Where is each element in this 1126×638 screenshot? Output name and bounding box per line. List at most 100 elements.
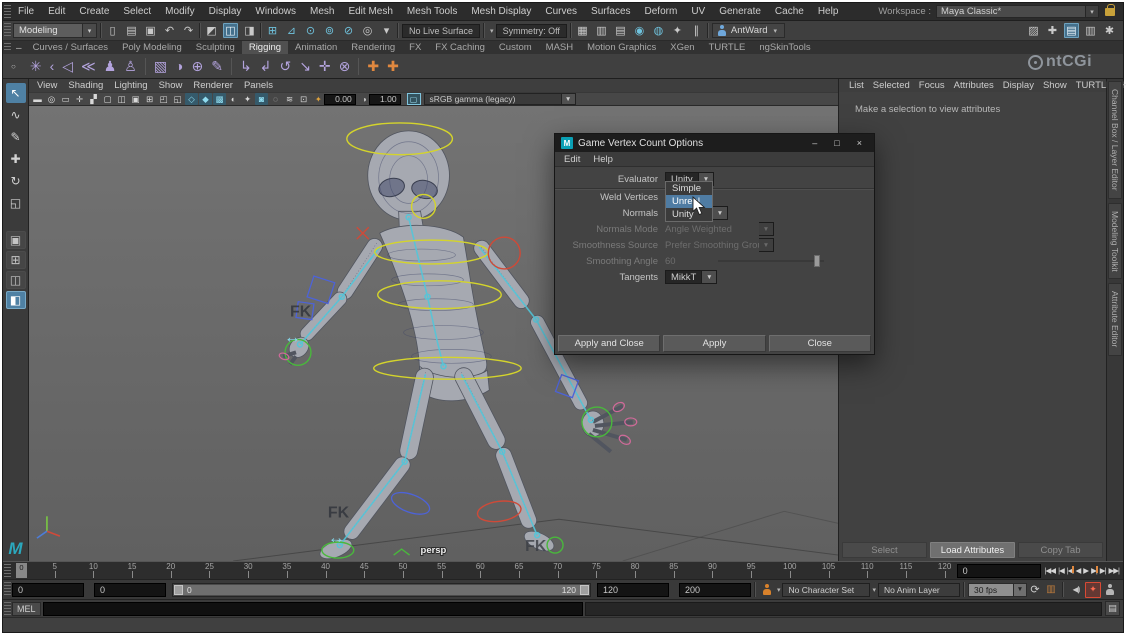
bind-skin-icon[interactable]: ▧ <box>154 58 167 75</box>
select-hierarchy-icon[interactable]: ◩ <box>204 23 219 38</box>
workspace-dropdown-arrow-icon[interactable]: ▾ <box>1086 5 1099 18</box>
minimize-button[interactable]: – <box>806 138 823 148</box>
timeline-tick-90[interactable]: 90 <box>712 562 713 579</box>
timeline-tick-85[interactable]: 85 <box>674 562 675 579</box>
fps-arrow-icon[interactable]: ▼ <box>1014 583 1027 597</box>
snap-to-curve-icon[interactable]: ⊿ <box>284 23 299 38</box>
light-editor-icon[interactable]: ✦ <box>670 23 685 38</box>
timeline-tick-75[interactable]: 75 <box>596 562 597 579</box>
timeline-tick-95[interactable]: 95 <box>751 562 752 579</box>
tangents-value[interactable]: MikkT <box>665 270 702 284</box>
tangents-dropdown[interactable]: MikkT ▼ <box>665 270 717 284</box>
shelf-tab-fx-caching[interactable]: FX Caching <box>428 41 492 54</box>
timeline-tick-25[interactable]: 25 <box>209 562 210 579</box>
dialog-button-close[interactable]: Close <box>769 335 871 352</box>
step-forward-key-button[interactable]: ▶| <box>1090 564 1098 577</box>
play-backwards-button[interactable]: ◀ <box>1075 564 1082 577</box>
character-set-dropdown[interactable]: No Character Set <box>782 583 870 597</box>
paint-skin-weights-icon[interactable]: ✎ <box>211 58 223 75</box>
script-editor-icon[interactable]: ▤ <box>1105 601 1120 616</box>
timeline-tick-5[interactable]: 5 <box>55 562 56 579</box>
fps-value[interactable]: 30 fps <box>968 583 1014 597</box>
use-default-material-icon[interactable]: ◐ <box>227 93 240 105</box>
redo-icon[interactable]: ↷ <box>181 23 196 38</box>
save-scene-icon[interactable]: ▣ <box>143 23 158 38</box>
textured-icon[interactable]: ▩ <box>213 93 226 105</box>
smooth-shade-icon[interactable]: ◆ <box>199 93 212 105</box>
panel-menu-renderer[interactable]: Renderer <box>193 80 233 91</box>
dialog-menu-help[interactable]: Help <box>593 154 613 165</box>
step-forward-frame-button[interactable]: ▶| <box>1099 564 1107 577</box>
statusline-grip[interactable] <box>4 23 11 38</box>
normals-dropdown-arrow-icon[interactable]: ▼ <box>713 206 728 220</box>
menubar-item-mesh-tools[interactable]: Mesh Tools <box>407 6 457 17</box>
shelf-tab-mash[interactable]: MASH <box>539 41 580 54</box>
interactive-bind-skin-icon[interactable]: ◑ <box>175 58 183 74</box>
menubar-item-select[interactable]: Select <box>123 6 151 17</box>
step-back-key-button[interactable]: |◀ <box>1066 564 1074 577</box>
ik-fk-joint-icon[interactable]: ✚ <box>387 58 399 75</box>
panel-menu-panels[interactable]: Panels <box>244 80 273 91</box>
new-scene-icon[interactable]: ▯ <box>105 23 120 38</box>
ae-menu-display[interactable]: Display <box>1003 80 1034 91</box>
panel-menu-lighting[interactable]: Lighting <box>114 80 147 91</box>
timeline-tick-45[interactable]: 45 <box>364 562 365 579</box>
render-current-frame-icon[interactable]: ▥ <box>594 23 609 38</box>
layout-outliner-persp-icon[interactable]: ◧ <box>6 291 26 309</box>
ik-handle-icon[interactable]: ‹ <box>50 58 55 74</box>
geodesic-voxel-bind-icon[interactable]: ⊕ <box>192 58 204 75</box>
menubar-item-mesh-display[interactable]: Mesh Display <box>471 6 531 17</box>
fk-switch-arrow-icon[interactable]: ↔ <box>284 327 301 346</box>
bookmarks-icon[interactable]: ◎ <box>45 93 58 105</box>
menubar-item-generate[interactable]: Generate <box>719 6 761 17</box>
anim-layer-dropdown[interactable]: No Anim Layer <box>878 583 960 597</box>
timeline-tick-70[interactable]: 70 <box>558 562 559 579</box>
shelf-tab-xgen[interactable]: XGen <box>663 41 701 54</box>
command-language-toggle[interactable]: MEL <box>12 602 41 616</box>
current-time-marker[interactable]: 0 <box>16 563 27 578</box>
shelf-tab-poly-modeling[interactable]: Poly Modeling <box>115 41 189 54</box>
timeline-tick-50[interactable]: 50 <box>403 562 404 579</box>
close-button[interactable]: × <box>851 138 868 148</box>
move-tool-icon[interactable]: ✚ <box>6 149 26 169</box>
attribute-editor-toggle-icon[interactable]: ▥ <box>1083 23 1098 38</box>
character-set-arrow-icon[interactable]: ▾ <box>777 586 781 594</box>
current-frame-field[interactable]: 0 <box>957 564 1041 578</box>
menubar-item-curves[interactable]: Curves <box>545 6 577 17</box>
shelf-tab-rigging[interactable]: Rigging <box>242 41 288 54</box>
shelf-collapse-icon[interactable]: – <box>12 43 26 54</box>
safe-title-icon[interactable]: ◱ <box>171 93 184 105</box>
exposure-control[interactable]: ✦ 0.00 <box>315 94 356 105</box>
tangents-dropdown-arrow-icon[interactable]: ▼ <box>702 270 717 284</box>
wireframe-on-shaded-icon[interactable]: ◇ <box>185 93 198 105</box>
timeline-tick-35[interactable]: 35 <box>287 562 288 579</box>
pole-vector-constraint-icon[interactable]: ✛ <box>319 58 331 75</box>
go-to-start-button[interactable]: |◀◀ <box>1044 564 1056 577</box>
camera-attributes-icon[interactable]: ▬ <box>31 93 44 105</box>
dialog-button-apply[interactable]: Apply <box>663 335 765 352</box>
render-settings-icon[interactable]: ◉ <box>632 23 647 38</box>
gamma-control[interactable]: ◑ 1.00 <box>362 94 401 105</box>
timeline-tick-80[interactable]: 80 <box>635 562 636 579</box>
ik-spline-handle-icon[interactable]: ◁ <box>62 58 73 75</box>
aim-constraint-icon[interactable]: ↘ <box>299 58 311 75</box>
timeslider-grip[interactable] <box>4 564 11 577</box>
character-set-icon[interactable] <box>759 584 775 595</box>
timeline-tick-100[interactable]: 100 <box>790 562 791 579</box>
menubar-item-file[interactable]: File <box>18 6 34 17</box>
joint-tool-icon[interactable]: ✚ <box>367 58 379 75</box>
hypershade-icon[interactable]: ◍ <box>651 23 666 38</box>
colorspace-value[interactable]: sRGB gamma (legacy) <box>424 93 562 105</box>
select-object-icon[interactable]: ◫ <box>223 23 238 38</box>
timeline-tick-15[interactable]: 15 <box>132 562 133 579</box>
anim-layer-arrow-icon[interactable]: ▾ <box>872 586 876 594</box>
safe-action-icon[interactable]: ◰ <box>157 93 170 105</box>
copy-tab-button[interactable]: Copy Tab <box>1018 542 1103 558</box>
select-button[interactable]: Select <box>842 542 927 558</box>
load-attributes-button[interactable]: Load Attributes <box>930 542 1015 558</box>
shelf-tab-curves-surfaces[interactable]: Curves / Surfaces <box>26 41 116 54</box>
fk-switch-arrow-icon-2[interactable]: ↔ <box>328 528 345 547</box>
timeline-tick-55[interactable]: 55 <box>442 562 443 579</box>
workspace-select[interactable]: Maya Classic* <box>936 5 1086 18</box>
evaluator-option-simple[interactable]: Simple <box>666 182 712 195</box>
